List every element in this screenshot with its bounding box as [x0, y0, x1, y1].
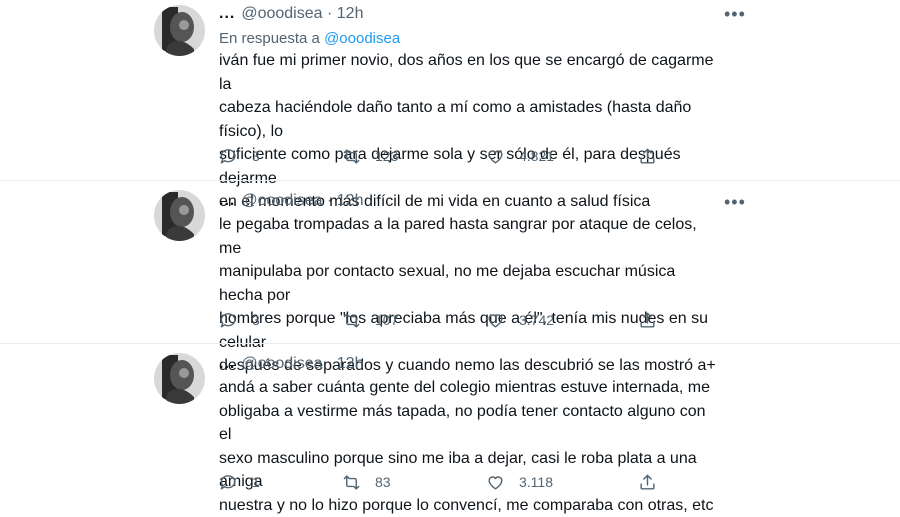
like-count: 3.118 — [519, 474, 553, 490]
share-icon — [638, 147, 657, 166]
avatar[interactable] — [154, 190, 205, 241]
reply-button[interactable]: 3 — [219, 146, 260, 166]
retweet-count: 107 — [375, 312, 398, 328]
avatar[interactable] — [154, 353, 205, 404]
like-button[interactable]: 4.821 — [486, 146, 554, 166]
retweet-button[interactable]: 123 — [342, 146, 398, 166]
reply-icon — [219, 311, 238, 330]
reply-count: 1 — [252, 474, 260, 490]
reply-button[interactable]: 3 — [219, 310, 260, 330]
retweet-icon — [342, 473, 361, 492]
reply-count: 3 — [252, 312, 260, 328]
reply-count: 3 — [252, 148, 260, 164]
tweet-text-line: nuestra y no lo hizo porque lo convencí,… — [219, 494, 719, 517]
handle[interactable]: @ooodisea — [241, 5, 322, 22]
divider — [0, 180, 900, 181]
retweet-button[interactable]: 107 — [342, 310, 398, 330]
retweet-icon — [342, 311, 361, 330]
retweet-icon — [342, 147, 361, 166]
share-button[interactable] — [638, 472, 671, 492]
share-button[interactable] — [638, 146, 671, 166]
heart-icon — [486, 147, 505, 166]
tweet-actions: 1 83 3.118 — [219, 472, 669, 492]
handle-prefix: ... — [219, 192, 235, 209]
like-button[interactable]: 3.742 — [486, 310, 554, 330]
share-button[interactable] — [638, 310, 671, 330]
tweet-text-line: iván fue mi primer novio, dos años en lo… — [219, 49, 719, 96]
tweet-actions: 3 107 3.742 — [219, 310, 669, 330]
tweet-text: iván fue mi primer novio, dos años en lo… — [219, 49, 719, 214]
like-count: 3.742 — [519, 312, 554, 328]
tweet-text-line: andá a saber cuánta gente del colegio mi… — [219, 376, 719, 400]
tweet-header: ... @ooodisea · 12h — [219, 190, 363, 212]
like-button[interactable]: 3.118 — [486, 472, 553, 492]
reply-button[interactable]: 1 — [219, 472, 260, 492]
more-icon[interactable]: ••• — [724, 8, 742, 20]
tweet-text-line: le pegaba trompadas a la pared hasta san… — [219, 213, 719, 260]
separator: · — [327, 5, 332, 22]
reply-mention-link[interactable]: @ooodisea — [324, 30, 400, 47]
divider — [0, 343, 900, 344]
tweet-text-line: manipulaba por contacto sexual, no me de… — [219, 260, 719, 307]
reply-context: En respuesta a @ooodisea — [219, 30, 400, 48]
separator: · — [327, 192, 332, 209]
like-count: 4.821 — [519, 148, 554, 164]
more-icon[interactable]: ••• — [724, 196, 742, 208]
heart-icon — [486, 311, 505, 330]
handle[interactable]: @ooodisea — [241, 192, 322, 209]
tweet-header: ... @ooodisea · 12h — [219, 3, 363, 25]
handle[interactable]: @ooodisea — [241, 355, 322, 372]
avatar[interactable] — [154, 5, 205, 56]
handle-prefix: ... — [219, 355, 235, 372]
heart-icon — [486, 473, 505, 492]
tweet-text: andá a saber cuánta gente del colegio mi… — [219, 376, 719, 517]
share-icon — [638, 311, 657, 330]
reply-icon — [219, 147, 238, 166]
timestamp[interactable]: 12h — [337, 5, 364, 22]
timestamp[interactable]: 12h — [337, 355, 364, 372]
timestamp[interactable]: 12h — [337, 192, 364, 209]
retweet-count: 123 — [375, 148, 398, 164]
handle-prefix: ... — [219, 5, 235, 22]
reply-prefix: En respuesta a — [219, 30, 320, 47]
tweet-actions: 3 123 4.821 — [219, 146, 669, 166]
reply-icon — [219, 473, 238, 492]
tweet-text-line: cabeza haciéndole daño tanto a mí como a… — [219, 96, 719, 143]
tweet-header: ... @ooodisea · 12h — [219, 353, 363, 375]
share-icon — [638, 473, 657, 492]
separator: · — [327, 355, 332, 372]
retweet-button[interactable]: 83 — [342, 472, 391, 492]
tweet-text-line: obligaba a vestirme más tapada, no podía… — [219, 400, 719, 447]
retweet-count: 83 — [375, 474, 391, 490]
